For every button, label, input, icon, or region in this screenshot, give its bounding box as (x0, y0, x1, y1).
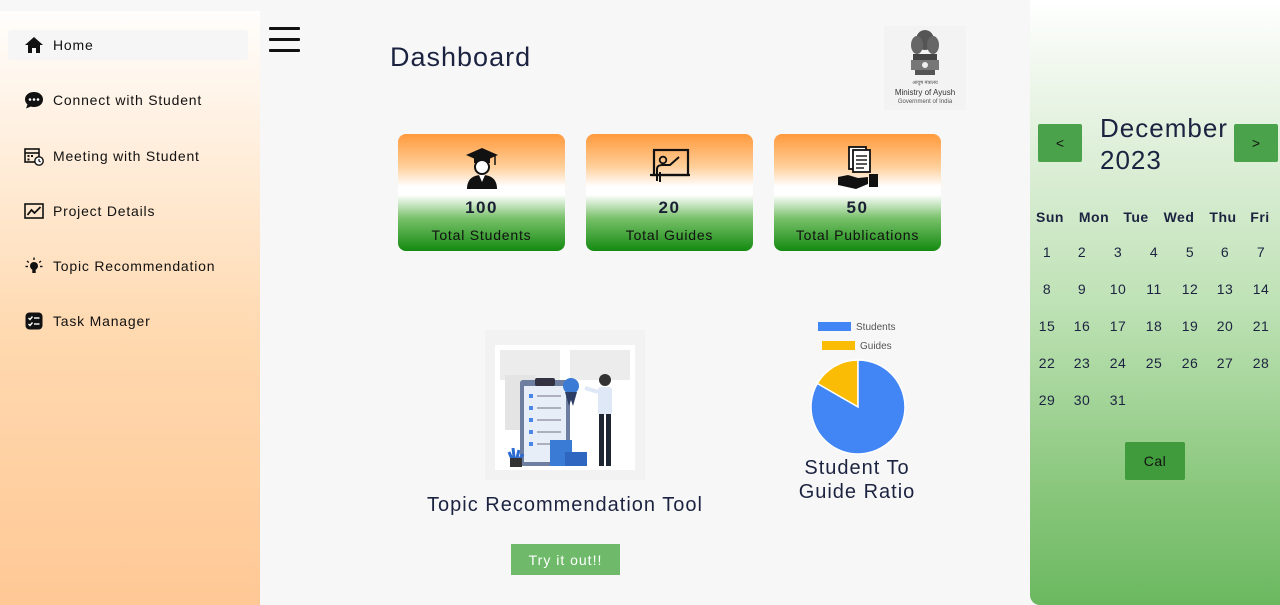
stat-value: 100 (465, 198, 498, 217)
sidebar-item-home[interactable]: Home (8, 30, 248, 60)
calendar-day[interactable]: 15 (1030, 318, 1065, 334)
legend-swatch-guides (822, 341, 855, 350)
calendar-day[interactable]: 22 (1030, 355, 1065, 371)
calendar-day[interactable]: 3 (1100, 244, 1136, 260)
page-title: Dashboard (390, 42, 532, 72)
emblem-line1: Ministry of Ayush (894, 88, 956, 97)
topic-recommendation-tool-title: Topic Recommendation Tool (427, 494, 703, 516)
sidebar: Home Connect with Student Meeting with S… (0, 0, 260, 605)
calendar-day[interactable]: 11 (1136, 281, 1172, 297)
home-icon (24, 35, 44, 55)
emblem-hindi-text: आयुष मंत्रालय (912, 80, 938, 86)
calendar-day[interactable]: 28 (1243, 355, 1279, 371)
stat-card-students: 100 Total Students (398, 134, 565, 251)
pie-chart-svg: Students Guides (810, 322, 906, 455)
calendar-day[interactable]: 2 (1064, 244, 1100, 260)
calendar-clock-icon (24, 146, 44, 166)
calendar-day[interactable]: 26 (1172, 355, 1208, 371)
legend-swatch-students (818, 322, 851, 331)
stat-label: Total Publications (795, 227, 920, 243)
calendar-day[interactable]: 14 (1243, 281, 1279, 297)
calendar-weekday: Fri (1250, 209, 1270, 225)
calendar-day[interactable]: 25 (1136, 355, 1172, 371)
legend-label-guides: Guides (860, 341, 892, 352)
calendar-day[interactable]: 5 (1172, 244, 1208, 260)
checklist-icon (24, 311, 44, 331)
pie-chart-title: Student To Guide Ratio (798, 457, 916, 503)
calendar-day[interactable]: 18 (1136, 318, 1172, 334)
sidebar-top-strip (0, 0, 260, 11)
calendar-prev-button[interactable]: < (1038, 124, 1082, 162)
hamburger-bar (269, 38, 300, 41)
calendar-day[interactable]: 9 (1064, 281, 1100, 297)
sidebar-item-topic-recommendation[interactable]: Topic Recommendation (8, 251, 248, 281)
calendar-weekday: Wed (1163, 209, 1195, 225)
hamburger-bar (269, 27, 300, 30)
lion-capital-icon (911, 30, 939, 75)
calendar-day[interactable]: 19 (1172, 318, 1208, 334)
sidebar-item-label: Project Details (53, 203, 156, 219)
calendar-day[interactable]: 21 (1243, 318, 1279, 334)
sidebar-item-label: Task Manager (53, 313, 151, 329)
calendar-weekday: Sun (1036, 209, 1064, 225)
calendar-day[interactable]: 4 (1136, 244, 1172, 260)
chart-icon (24, 201, 44, 221)
calendar-weekday: Mon (1078, 209, 1110, 225)
graduate-icon (398, 146, 565, 190)
calendar-day[interactable]: 1 (1030, 244, 1065, 260)
publications-hand-icon (774, 146, 941, 190)
calendar-day[interactable]: 13 (1207, 281, 1243, 297)
stat-label: Total Students (431, 227, 532, 243)
calendar-day[interactable]: 24 (1100, 355, 1136, 371)
topic-recommendation-illustration (485, 330, 645, 480)
sidebar-item-task-manager[interactable]: Task Manager (8, 306, 248, 336)
menu-toggle-button[interactable] (269, 27, 300, 53)
calendar-day[interactable]: 29 (1030, 392, 1065, 408)
sidebar-item-meeting-with-student[interactable]: Meeting with Student (8, 141, 248, 171)
lightbulb-icon (24, 256, 44, 276)
chat-icon (24, 90, 44, 110)
calendar-day[interactable]: 12 (1172, 281, 1208, 297)
calendar-day[interactable]: 30 (1064, 392, 1100, 408)
calendar-weekday: Tue (1123, 209, 1149, 225)
stat-value: 20 (658, 198, 681, 217)
calendar-day[interactable]: 6 (1207, 244, 1243, 260)
calendar-next-button[interactable]: > (1234, 124, 1278, 162)
stat-card-guides: 20 Total Guides (586, 134, 753, 251)
calendar-day[interactable]: 17 (1100, 318, 1136, 334)
calendar-day[interactable]: 8 (1030, 281, 1065, 297)
calendar-day[interactable]: 23 (1064, 355, 1100, 371)
calendar-weekday: Thu (1209, 209, 1237, 225)
teacher-board-icon (586, 146, 753, 190)
legend-label-students: Students (856, 322, 895, 333)
sidebar-item-connect-with-student[interactable]: Connect with Student (8, 85, 248, 115)
stat-value: 50 (846, 198, 869, 217)
calendar-day[interactable]: 10 (1100, 281, 1136, 297)
emblem-line2: Government of India (897, 99, 953, 105)
calendar-action-button[interactable]: Cal (1125, 442, 1185, 480)
sidebar-item-label: Home (53, 37, 94, 53)
calendar-day[interactable]: 7 (1243, 244, 1279, 260)
calendar-panel: < December 2023 > Sun Mon Tue Wed Thu Fri 1 2 3 4… (1030, 0, 1280, 605)
sidebar-item-label: Topic Recommendation (53, 258, 216, 274)
calendar-day[interactable]: 16 (1064, 318, 1100, 334)
ministry-emblem-logo: आयुष मंत्रालय Ministry of Ayush Governme… (884, 26, 966, 110)
calendar-day[interactable]: 27 (1207, 355, 1243, 371)
student-guide-pie-chart: Students Guides (800, 318, 920, 458)
calendar-day[interactable]: 31 (1100, 392, 1136, 408)
sidebar-item-label: Connect with Student (53, 92, 203, 108)
sidebar-item-project-details[interactable]: Project Details (8, 196, 248, 226)
hamburger-bar (269, 49, 300, 52)
stat-card-publications: 50 Total Publications (774, 134, 941, 251)
sidebar-item-label: Meeting with Student (53, 148, 200, 164)
calendar-day[interactable]: 20 (1207, 318, 1243, 334)
stat-label: Total Guides (625, 227, 714, 243)
try-it-out-button[interactable]: Try it out!! (511, 544, 620, 575)
